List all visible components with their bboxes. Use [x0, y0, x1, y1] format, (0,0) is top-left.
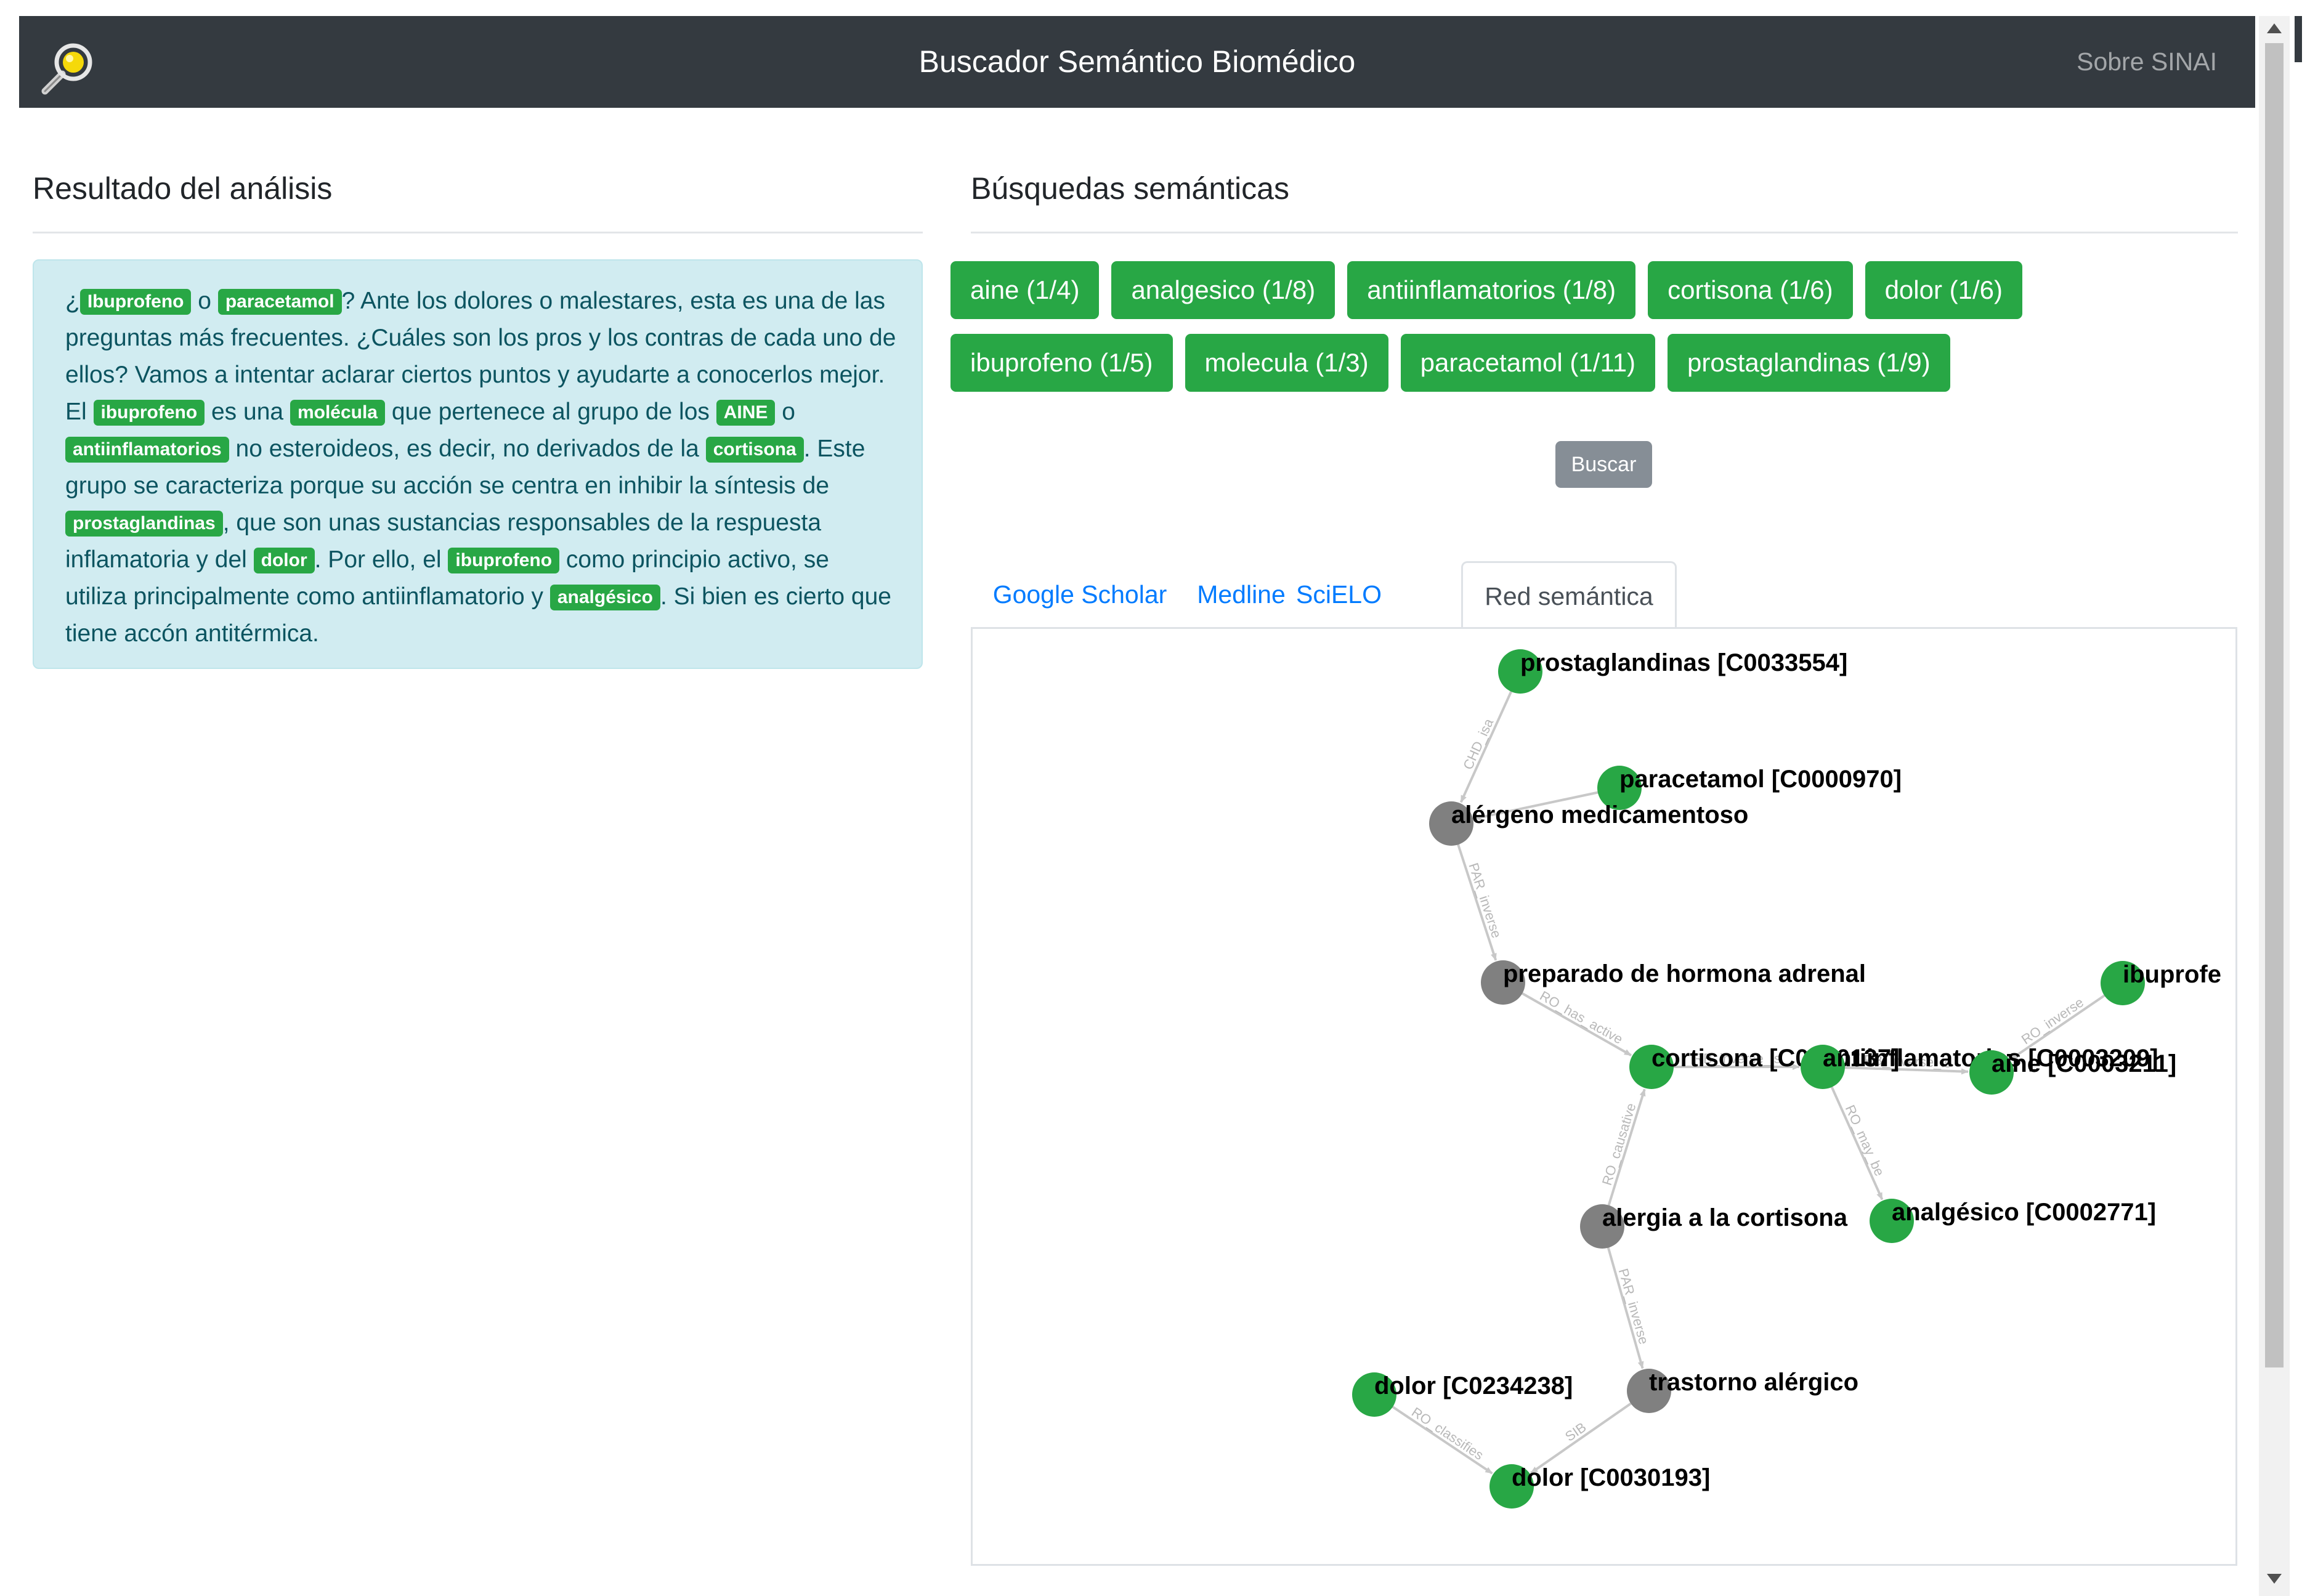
graph-edge-label: PAR_inverse — [1616, 1266, 1652, 1346]
graph-nodes: prostaglandinas [C0033554] paracetamol [C… — [1352, 649, 2221, 1509]
graph-node-label: preparado de hormona adrenal — [1503, 960, 1866, 987]
window-edge-accent — [2295, 16, 2302, 62]
text-segment: es una — [205, 399, 290, 425]
tab-scielo[interactable]: SciELO — [1296, 561, 1382, 628]
tab-medline[interactable]: Medline — [1196, 561, 1286, 628]
entity-tag-paracetamol: paracetamol — [217, 289, 342, 315]
term-button-prostaglandinas[interactable]: prostaglandinas (1/9) — [1668, 334, 1950, 392]
text-segment: ¿ — [65, 288, 80, 314]
semantic-network-graph[interactable]: CHD_isaPAR_inverseRO_has_activeRB_invers… — [973, 629, 2235, 1564]
entity-tag-ibuprofeno: ibuprofeno — [93, 400, 205, 426]
graph-node-analgesico[interactable]: analgésico [C0002771] — [1870, 1199, 2156, 1243]
analysis-divider — [33, 232, 923, 233]
top-edge — [0, 0, 2310, 16]
entity-tag-aine: AINE — [716, 400, 776, 426]
graph-node-label: dolor [C0030193] — [1512, 1464, 1710, 1491]
entity-tag-prostaglandinas: prostaglandinas — [65, 511, 223, 537]
graph-node-dolor2[interactable]: dolor [C0030193] — [1489, 1464, 1710, 1509]
graph-node-label: paracetamol [C0000970] — [1619, 766, 1902, 793]
entity-tag-ibuprofeno: Ibuprofeno — [79, 289, 192, 315]
graph-node-alergeno[interactable]: alérgeno medicamentoso — [1429, 801, 1748, 846]
entity-tag-antiinflamatorios: antiinflamatorios — [65, 437, 229, 463]
graph-edge-label: RO_inverse — [2019, 994, 2086, 1047]
analysis-text: ¿ Ibuprofeno o paracetamol? Ante los dolo… — [65, 283, 897, 652]
text-segment: que pertenece al grupo de los — [385, 399, 716, 425]
term-button-antiinflamatorios[interactable]: antiinflamatorios (1/8) — [1347, 261, 1636, 319]
scroll-up-arrow-icon[interactable] — [2267, 23, 2282, 33]
entity-tag-analgesico: analgésico — [549, 585, 660, 610]
entity-tag-ibuprofeno: ibuprofeno — [448, 548, 560, 573]
search-term-buttons: aine (1/4) analgesico (1/8) antiinflamator… — [950, 261, 2240, 407]
term-button-aine[interactable]: aine (1/4) — [950, 261, 1100, 319]
graph-node-ibuprofe[interactable]: ibuprofe — [2101, 961, 2221, 1005]
window-edge — [2290, 16, 2310, 1596]
semantic-searches-title: Búsquedas semánticas — [971, 171, 1289, 206]
graph-node-label: trastorno alérgico — [1649, 1369, 1858, 1396]
graph-node-trastorno[interactable]: trastorno alérgico — [1627, 1369, 1858, 1413]
graph-node-label: alergia a la cortisona — [1602, 1204, 1848, 1231]
graph-edge-label: RO_may_be — [1842, 1103, 1887, 1178]
term-button-cortisona[interactable]: cortisona (1/6) — [1648, 261, 1853, 319]
graph-node-label: alérgeno medicamentoso — [1451, 801, 1748, 828]
text-segment: o — [191, 288, 218, 314]
searches-divider — [971, 232, 2238, 233]
scrollbar-thumb[interactable] — [2265, 43, 2284, 1367]
analysis-title: Resultado del análisis — [33, 171, 333, 206]
browser-page: Buscador Semántico Biomédico Sobre SINAI… — [0, 0, 2310, 1596]
tab-semantic-network[interactable]: Red semántica — [1461, 561, 1677, 630]
text-segment: no esteroideos, es decir, no derivados d… — [229, 435, 706, 462]
search-button[interactable]: Buscar — [1555, 441, 1652, 488]
graph-node-dolor1[interactable]: dolor [C0234238] — [1352, 1372, 1573, 1417]
text-segment: o — [775, 399, 795, 425]
source-tabs: Google Scholar Medline SciELO Red semánt… — [971, 561, 2238, 630]
graph-edge-label: RO_classifies — [1409, 1404, 1486, 1463]
graph-node-alergia[interactable]: alergia a la cortisona — [1580, 1204, 1848, 1249]
entity-tag-dolor: dolor — [253, 548, 315, 573]
tab-google-scholar[interactable]: Google Scholar — [971, 561, 1189, 628]
graph-node-label: prostaglandinas [C0033554] — [1520, 649, 1847, 676]
entity-tag-molecula: molécula — [290, 400, 385, 426]
term-button-analgesico[interactable]: analgesico (1/8) — [1111, 261, 1335, 319]
graph-node-prostaglandinas[interactable]: prostaglandinas [C0033554] — [1498, 649, 1847, 694]
scroll-down-arrow-icon[interactable] — [2267, 1574, 2282, 1584]
graph-edge-label: SIB — [1562, 1419, 1589, 1444]
graph-edge-label: RO_has_active — [1538, 988, 1626, 1047]
term-button-ibuprofeno[interactable]: ibuprofeno (1/5) — [950, 334, 1173, 392]
graph-node-label: dolor [C0234238] — [1374, 1372, 1573, 1400]
graph-node-aine[interactable]: aine [C0003211] — [1969, 1050, 2176, 1095]
term-button-molecula[interactable]: molecula (1/3) — [1185, 334, 1388, 392]
graph-node-label: aine [C0003211] — [1992, 1050, 2176, 1077]
term-button-paracetamol[interactable]: paracetamol (1/11) — [1400, 334, 1656, 392]
term-button-dolor[interactable]: dolor (1/6) — [1865, 261, 2022, 319]
semantic-network-panel: CHD_isa PAR_inverse RO_has_active RB_invers… — [971, 627, 2237, 1566]
graph-node-label: analgésico [C0002771] — [1892, 1199, 2156, 1226]
navbar: Buscador Semántico Biomédico Sobre SINAI — [19, 16, 2255, 108]
about-sinai-link[interactable]: Sobre SINAI — [2077, 16, 2217, 108]
entity-tag-cortisona: cortisona — [705, 437, 804, 463]
text-segment: . Por ello, el — [314, 546, 448, 573]
graph-node-label: ibuprofe — [2123, 961, 2221, 988]
analysis-result-box: ¿ Ibuprofeno o paracetamol? Ante los dolo… — [33, 259, 923, 669]
app-title: Buscador Semántico Biomédico — [918, 44, 1356, 79]
